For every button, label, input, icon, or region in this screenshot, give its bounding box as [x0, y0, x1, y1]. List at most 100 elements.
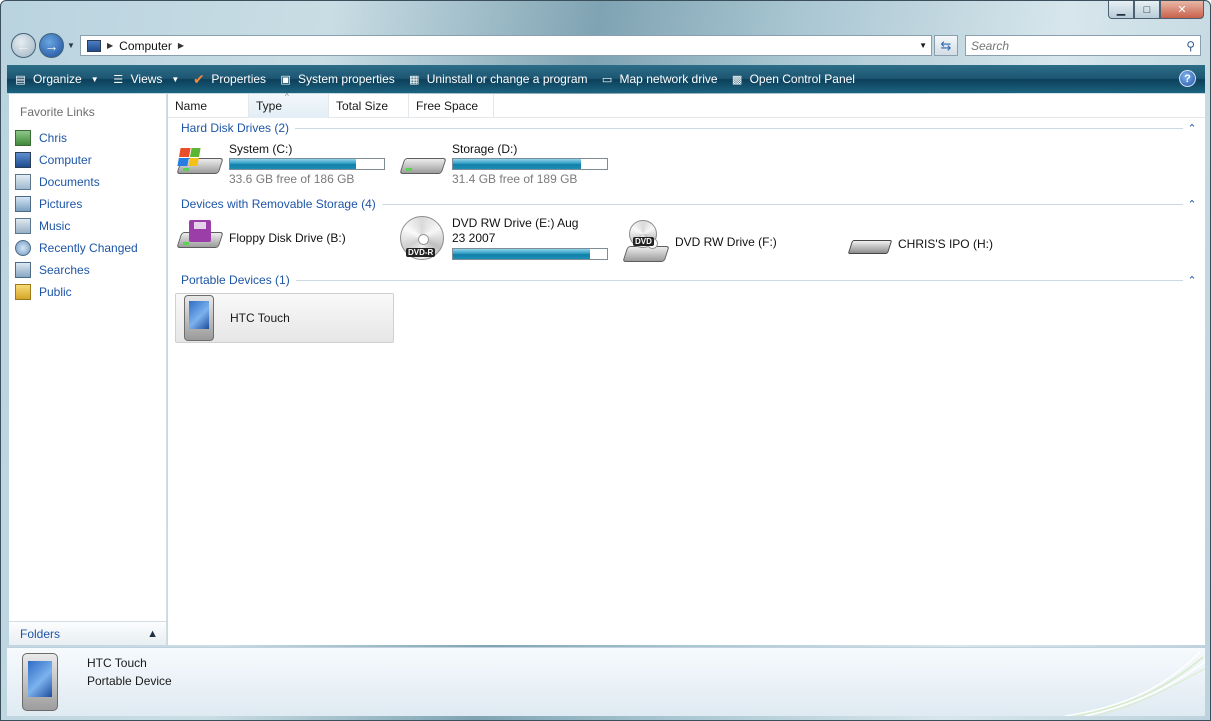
map-network-drive-button[interactable]: ▭ Map network drive	[594, 67, 724, 91]
column-total-size-label: Total Size	[336, 99, 389, 113]
nav-item-label: Music	[39, 219, 71, 233]
caption-buttons: ▁ □ ✕	[1108, 1, 1204, 20]
address-dropdown-icon[interactable]: ▼	[919, 41, 927, 50]
drive-floppy-b[interactable]: Floppy Disk Drive (B:)	[176, 220, 346, 256]
dvd-r-badge: DVD-R	[406, 248, 436, 257]
chevron-up-icon[interactable]: ⌃	[1183, 122, 1201, 135]
device-name: HTC Touch	[230, 311, 290, 325]
address-bar[interactable]: ▶ Computer ▶ ▼	[80, 35, 932, 56]
details-pane: HTC Touch Portable Device	[7, 647, 1205, 716]
command-bar: ▤ Organize ▼ ☰ Views ▼ ✔ Properties ▣ Sy…	[7, 65, 1205, 93]
search-box[interactable]: ⚲	[965, 35, 1201, 56]
open-control-panel-label: Open Control Panel	[749, 72, 855, 86]
forward-button[interactable]: →	[39, 33, 64, 58]
drive-name: Floppy Disk Drive (B:)	[229, 231, 346, 245]
nav-item-documents[interactable]: Documents	[15, 171, 138, 193]
column-total-size[interactable]: Total Size	[329, 94, 409, 118]
nav-item-label: Computer	[39, 153, 92, 167]
nav-item-pictures[interactable]: Pictures	[15, 193, 138, 215]
group-divider	[295, 279, 1183, 281]
group-portable-devices[interactable]: Portable Devices (1) ⌃	[181, 271, 1201, 289]
properties-checkmark-icon: ✔	[192, 70, 205, 87]
drive-system-c[interactable]: System (C:) 33.6 GB free of 186 GB	[176, 142, 385, 186]
drive-dvd-f[interactable]: DVD DVD RW Drive (F:)	[622, 220, 777, 264]
help-button[interactable]: ?	[1179, 70, 1196, 87]
map-network-drive-label: Map network drive	[619, 72, 718, 86]
drive-usage-fill	[453, 249, 591, 259]
column-free-space[interactable]: Free Space	[409, 94, 494, 118]
chevron-down-icon: ▼	[171, 74, 180, 84]
back-arrow-icon: ←	[16, 37, 31, 54]
file-view: Name ^ Type Total Size Free Space Hard D…	[168, 92, 1205, 645]
folders-toggle[interactable]: Folders ▲	[9, 621, 166, 645]
drive-usage-bar	[452, 248, 608, 260]
documents-icon	[15, 174, 31, 190]
drive-storage-d[interactable]: Storage (D:) 31.4 GB free of 189 GB	[399, 142, 608, 186]
nav-item-public[interactable]: Public	[15, 281, 138, 303]
drive-name: CHRIS'S IPO (H:)	[898, 237, 993, 251]
system-properties-button[interactable]: ▣ System properties	[272, 67, 401, 91]
group-removable-storage[interactable]: Devices with Removable Storage (4) ⌃	[181, 195, 1201, 213]
column-type[interactable]: ^ Type	[249, 92, 329, 118]
column-name[interactable]: Name	[168, 94, 249, 118]
dvd-drive-icon: DVD	[622, 220, 670, 264]
breadcrumb-computer[interactable]: Computer	[119, 39, 172, 53]
minimize-button[interactable]: ▁	[1108, 1, 1134, 19]
column-name-label: Name	[175, 99, 208, 113]
chevron-down-icon: ▼	[90, 74, 99, 84]
searches-icon	[15, 262, 31, 278]
drive-ipod-h[interactable]: CHRIS'S IPO (H:)	[846, 226, 993, 262]
favorite-links-heading: Favorite Links	[20, 105, 95, 119]
breadcrumb-arrow-icon[interactable]: ▶	[178, 41, 184, 50]
chevron-up-icon: ▲	[147, 627, 158, 640]
drive-name: DVD RW Drive (E:) Aug 23 2007	[452, 216, 579, 245]
sort-ascending-icon: ^	[285, 92, 289, 101]
nav-item-label: Chris	[39, 131, 68, 145]
properties-button[interactable]: ✔ Properties	[185, 67, 272, 91]
chevron-up-icon[interactable]: ⌃	[1183, 198, 1201, 211]
column-header: Name ^ Type Total Size Free Space	[168, 92, 1205, 118]
uninstall-button[interactable]: ▦ Uninstall or change a program	[401, 67, 594, 91]
recent-pages-dropdown[interactable]: ▼	[67, 41, 75, 50]
breadcrumb-arrow-icon[interactable]: ▶	[107, 41, 113, 50]
views-button[interactable]: ☰ Views ▼	[105, 67, 186, 91]
drive-name: System (C:)	[229, 142, 293, 156]
smartphone-icon	[184, 295, 214, 341]
refresh-icon: ⇆	[940, 37, 952, 53]
drive-dvd-e[interactable]: DVD-R DVD RW Drive (E:) Aug 23 2007	[400, 216, 608, 262]
nav-item-recently-changed[interactable]: Recently Changed	[15, 237, 138, 259]
chevron-up-icon[interactable]: ⌃	[1183, 274, 1201, 287]
nav-item-label: Searches	[39, 263, 90, 277]
search-input[interactable]	[966, 36, 1171, 55]
pictures-icon	[15, 196, 31, 212]
help-icon: ?	[1184, 72, 1191, 85]
nav-item-searches[interactable]: Searches	[15, 259, 138, 281]
organize-icon: ▤	[15, 73, 26, 86]
dvd-disc-icon: DVD-R	[400, 216, 444, 262]
nav-item-label: Public	[39, 285, 72, 299]
drive-name: DVD RW Drive (F:)	[675, 235, 777, 249]
device-htc-touch[interactable]: HTC Touch	[175, 293, 394, 343]
column-type-label: Type	[256, 99, 283, 113]
smartphone-icon	[22, 653, 58, 711]
properties-label: Properties	[211, 72, 267, 86]
close-button[interactable]: ✕	[1160, 1, 1204, 19]
favorite-links-list: Chris Computer Documents Pictures Music …	[15, 127, 138, 303]
group-title: Hard Disk Drives (2)	[181, 121, 290, 135]
group-hard-disk-drives[interactable]: Hard Disk Drives (2) ⌃	[181, 119, 1201, 137]
open-control-panel-button[interactable]: ▩ Open Control Panel	[724, 67, 861, 91]
organize-button[interactable]: ▤ Organize ▼	[7, 67, 105, 91]
refresh-button[interactable]: ⇆	[934, 35, 958, 56]
drive-usage-bar	[229, 158, 385, 170]
nav-item-music[interactable]: Music	[15, 215, 138, 237]
drive-usage-fill	[230, 159, 357, 169]
hard-drive-icon	[399, 146, 447, 182]
nav-item-chris[interactable]: Chris	[15, 127, 138, 149]
search-icon[interactable]: ⚲	[1186, 39, 1195, 53]
maximize-button[interactable]: □	[1134, 1, 1160, 19]
system-properties-icon: ▣	[280, 73, 291, 86]
back-button[interactable]: ←	[11, 33, 36, 58]
hard-drive-windows-icon	[176, 146, 224, 182]
nav-item-computer[interactable]: Computer	[15, 149, 138, 171]
uninstall-label: Uninstall or change a program	[426, 72, 588, 86]
